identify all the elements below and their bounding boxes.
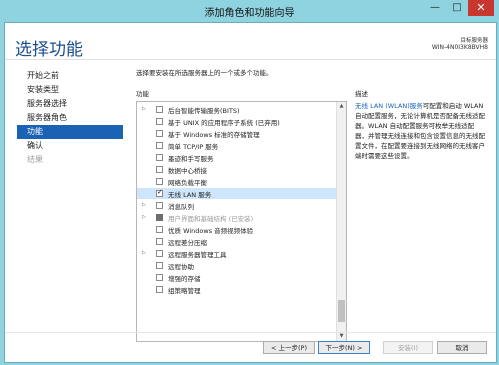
close-button[interactable]: ✕ bbox=[468, 0, 494, 16]
feature-row[interactable]: 数据中心桥接 bbox=[137, 164, 336, 175]
feature-row[interactable]: 优质 Windows 音频视频体验 bbox=[137, 224, 336, 235]
nav-item-server-roles[interactable]: 服务器角色 bbox=[17, 111, 123, 125]
description-feature-link[interactable]: 无线 LAN (WLAN)服务 bbox=[355, 102, 423, 110]
feature-checkbox[interactable] bbox=[156, 165, 163, 173]
feature-checkbox[interactable] bbox=[156, 225, 163, 233]
feature-row[interactable]: ▷ 消息队列 bbox=[137, 200, 336, 211]
feature-checkbox[interactable] bbox=[156, 201, 163, 209]
description-body: 可配置和启动 WLAN 自动配置服务，无论计算机是否配备无线适配器。WLAN 自… bbox=[355, 102, 485, 160]
feature-checkbox[interactable] bbox=[156, 129, 163, 137]
wizard-window: 添加角色和功能向导 — □ ✕ 选择功能 目标服务器 WIN-4N0I3K8BV… bbox=[0, 0, 499, 365]
feature-checkbox[interactable] bbox=[156, 105, 163, 113]
feature-row[interactable]: 基于 Windows 标准的存储管理 bbox=[137, 128, 336, 139]
target-server-name: WIN-4N0I3K8BVH8 bbox=[431, 44, 488, 51]
description-text: 无线 LAN (WLAN)服务可配置和启动 WLAN 自动配置服务，无论计算机是… bbox=[355, 101, 487, 161]
feature-row[interactable]: ▷ 远程服务器管理工具 bbox=[137, 248, 336, 259]
title-bar[interactable]: 添加角色和功能向导 — □ ✕ bbox=[0, 0, 499, 22]
feature-checkbox-checked[interactable] bbox=[156, 188, 163, 197]
feature-row[interactable]: 网络负载平衡 bbox=[137, 176, 336, 187]
feature-row-selected[interactable]: 无线 LAN 服务 bbox=[137, 188, 336, 199]
feature-row[interactable]: ▷ 用户界面和基础结构 (已安装) bbox=[137, 212, 336, 223]
feature-label: 消息队列 bbox=[168, 203, 194, 211]
scroll-up-arrow-icon[interactable]: ▲ bbox=[337, 102, 346, 111]
feature-checkbox[interactable] bbox=[156, 285, 163, 293]
feature-checkbox[interactable] bbox=[156, 237, 163, 245]
feature-list[interactable]: ▷ 后台智能传输服务(BITS) 基于 UNIX 的应用程序子系统 (已弃用) … bbox=[136, 101, 347, 342]
nav-item-installation-type[interactable]: 安装类型 bbox=[17, 83, 123, 97]
cancel-button[interactable]: 取消 bbox=[437, 341, 487, 354]
feature-label: 网络负载平衡 bbox=[168, 179, 207, 187]
expand-arrow-icon[interactable]: ▷ bbox=[142, 214, 146, 220]
expand-arrow-icon[interactable]: ▷ bbox=[142, 202, 146, 208]
feature-checkbox[interactable] bbox=[156, 117, 163, 125]
feature-checkbox[interactable] bbox=[156, 141, 163, 149]
install-button: 安装(I) bbox=[383, 341, 433, 354]
feature-label: 墨迹和手写服务 bbox=[168, 155, 214, 163]
features-heading: 功能 bbox=[136, 90, 149, 98]
feature-label: 基于 UNIX 的应用程序子系统 (已弃用) bbox=[168, 119, 280, 127]
feature-row[interactable]: ▷ 后台智能传输服务(BITS) bbox=[137, 104, 336, 115]
previous-button[interactable]: < 上一步(P) bbox=[263, 341, 315, 354]
maximize-button[interactable]: □ bbox=[446, 0, 468, 16]
expand-arrow-icon[interactable]: ▷ bbox=[142, 250, 146, 256]
nav-item-results: 结果 bbox=[27, 155, 43, 164]
feature-label: 用户界面和基础结构 (已安装) bbox=[168, 215, 254, 223]
wizard-body: 选择功能 目标服务器 WIN-4N0I3K8BVH8 开始之前 安装类型 服务器… bbox=[4, 22, 497, 363]
target-server-label: 目标服务器 bbox=[460, 38, 488, 44]
feature-row[interactable]: 远程协助 bbox=[137, 260, 336, 271]
feature-label: 远程服务器管理工具 bbox=[168, 251, 227, 259]
header-divider bbox=[5, 59, 496, 60]
feature-label: 基于 Windows 标准的存储管理 bbox=[168, 131, 260, 139]
footer-divider bbox=[5, 332, 496, 333]
nav-item-confirmation[interactable]: 确认 bbox=[17, 139, 123, 153]
feature-checkbox[interactable] bbox=[156, 153, 163, 161]
feature-label: 优质 Windows 音频视频体验 bbox=[168, 227, 254, 235]
minimize-button[interactable]: — bbox=[424, 0, 446, 16]
feature-row[interactable]: 墨迹和手写服务 bbox=[137, 152, 336, 163]
scroll-down-arrow-icon[interactable]: ▼ bbox=[337, 332, 346, 341]
scroll-thumb[interactable] bbox=[338, 300, 345, 322]
feature-row[interactable]: 基于 UNIX 的应用程序子系统 (已弃用) bbox=[137, 116, 336, 127]
feature-checkbox[interactable] bbox=[156, 177, 163, 185]
feature-checkbox[interactable] bbox=[156, 249, 163, 257]
feature-list-scrollbar[interactable]: ▲ ▼ bbox=[336, 102, 346, 341]
expand-arrow-icon[interactable]: ▷ bbox=[142, 106, 146, 112]
feature-row[interactable]: 远程差分压缩 bbox=[137, 236, 336, 247]
feature-label: 数据中心桥接 bbox=[168, 167, 207, 175]
next-button[interactable]: 下一步(N) > bbox=[318, 341, 370, 354]
page-title: 选择功能 bbox=[15, 40, 83, 60]
feature-label: 增强的存储 bbox=[168, 275, 201, 283]
feature-checkbox-partial bbox=[156, 213, 163, 221]
feature-checkbox[interactable] bbox=[156, 261, 163, 269]
feature-row[interactable]: 简单 TCP/IP 服务 bbox=[137, 140, 336, 151]
feature-label: 无线 LAN 服务 bbox=[168, 191, 212, 199]
description-heading: 描述 bbox=[355, 90, 368, 98]
feature-label: 组策略管理 bbox=[168, 287, 201, 295]
instruction-text: 选择要安装在所选服务器上的一个或多个功能。 bbox=[136, 69, 273, 77]
feature-label: 简单 TCP/IP 服务 bbox=[168, 143, 219, 151]
wizard-nav: 开始之前 安装类型 服务器选择 服务器角色 功能 确认 结果 bbox=[17, 69, 127, 167]
feature-label: 远程协助 bbox=[168, 263, 194, 271]
feature-checkbox[interactable] bbox=[156, 273, 163, 281]
nav-item-server-selection[interactable]: 服务器选择 bbox=[17, 97, 123, 111]
feature-label: 远程差分压缩 bbox=[168, 239, 207, 247]
nav-item-before-you-begin[interactable]: 开始之前 bbox=[17, 69, 123, 83]
feature-row[interactable]: 组策略管理 bbox=[137, 284, 336, 295]
feature-row[interactable]: 增强的存储 bbox=[137, 272, 336, 283]
feature-label: 后台智能传输服务(BITS) bbox=[168, 107, 240, 115]
nav-item-features[interactable]: 功能 bbox=[17, 125, 123, 139]
